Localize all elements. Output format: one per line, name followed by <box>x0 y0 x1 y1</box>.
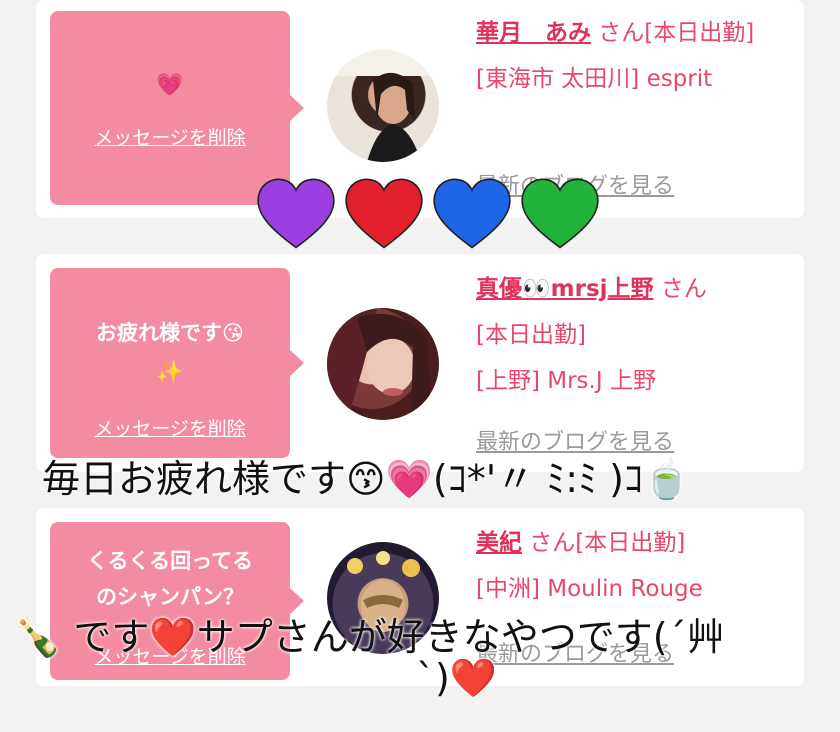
girl-name-link[interactable]: 真優👀mrsj上野 <box>476 276 654 302</box>
girl-info: 華月 あみ さん[本日出勤] [東海市 太田川] esprit <box>476 10 780 102</box>
avatar-image <box>327 308 431 420</box>
shop-name: [中洲] Moulin Rouge <box>476 576 703 602</box>
girl-info: 真優👀mrsj上野 さん [本日出勤] [上野] Mrs.J 上野 <box>476 266 780 404</box>
caption-line-2: 🍾 です❤️サプさんが好きなやつです(´艸 <box>14 615 725 659</box>
caption-line-3: `)❤️ <box>416 656 498 700</box>
girl-name-link[interactable]: 華月 あみ <box>476 20 591 46</box>
message-text: お疲れ様です😘 <box>96 321 244 345</box>
sparkles-icon: ✨ <box>156 360 184 385</box>
red-heart-icon <box>345 178 423 249</box>
blue-heart-icon <box>433 178 511 249</box>
avatar-image <box>327 50 439 162</box>
girl-name-link[interactable]: 美紀 <box>476 530 522 556</box>
message-card-2: お疲れ様です😘 ✨ メッセージを削除 真優👀mrsj上野 さん [本日出勤] [… <box>36 254 804 472</box>
shop-name: [上野] Mrs.J 上野 <box>476 368 656 394</box>
caption-line-1: 毎日お疲れ様です😙💗(ｺ*'〃 ﾐ:ﾐ )ｺ🍵 <box>42 457 691 501</box>
shop-name: [東海市 太田川] esprit <box>476 66 713 92</box>
purple-heart-icon <box>257 178 335 249</box>
message-bubble: 💗 メッセージを削除 <box>50 11 304 205</box>
avatar[interactable] <box>327 50 439 162</box>
green-heart-icon <box>521 178 599 249</box>
message-text-line-1: くるくる回ってる <box>86 549 254 573</box>
girl-suffix: さん <box>653 276 707 302</box>
girl-info: 美紀 さん[本日出勤] [中洲] Moulin Rouge <box>476 520 780 612</box>
delete-message-link[interactable]: メッセージを削除 <box>50 414 290 441</box>
avatar[interactable] <box>327 308 439 420</box>
hearts-sticker <box>255 172 601 254</box>
girl-suffix: さん[本日出勤] <box>591 20 755 46</box>
heart-icon: 💗 <box>156 73 184 98</box>
girl-suffix: さん[本日出勤] <box>522 530 686 556</box>
work-status: [本日出勤] <box>476 322 586 348</box>
message-bubble: お疲れ様です😘 ✨ メッセージを削除 <box>50 268 304 458</box>
delete-message-link[interactable]: メッセージを削除 <box>50 123 290 150</box>
